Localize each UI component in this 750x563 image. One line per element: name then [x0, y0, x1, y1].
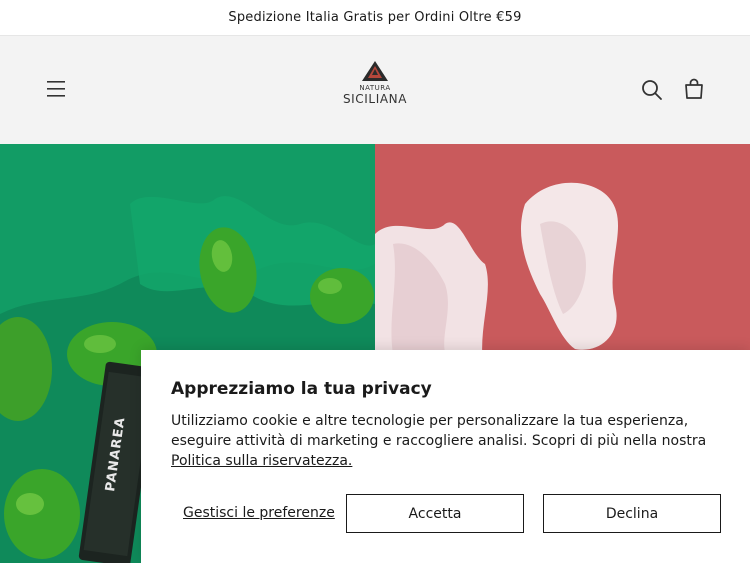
search-icon [642, 80, 662, 100]
cart-icon [685, 78, 703, 99]
hamburger-menu-icon [47, 81, 65, 97]
accept-button[interactable]: Accetta [346, 494, 524, 533]
cookie-consent-banner: Apprezziamo la tua privacy Utilizziamo c… [141, 350, 750, 563]
privacy-policy-link[interactable]: Politica sulla riservatezza. [171, 453, 352, 469]
site-header: NATURA SICILIANA [0, 36, 750, 144]
menu-button[interactable] [40, 76, 72, 102]
manage-preferences-link[interactable]: Gestisci le preferenze [183, 505, 335, 521]
announcement-text: Spedizione Italia Gratis per Ordini Oltr… [228, 10, 522, 25]
announcement-bar: Spedizione Italia Gratis per Ordini Oltr… [0, 0, 750, 36]
cookie-description: Utilizziamo cookie e altre tecnologie pe… [171, 411, 731, 471]
logo-mark-icon [362, 61, 388, 81]
search-button[interactable] [640, 78, 664, 102]
cookie-title: Apprezziamo la tua privacy [171, 379, 432, 399]
cookie-body-text: Utilizziamo cookie e altre tecnologie pe… [171, 413, 707, 449]
logo-text-bottom: SICILIANA [342, 92, 408, 106]
logo-text-top: NATURA [359, 84, 391, 92]
cart-button[interactable] [682, 77, 706, 101]
brand-logo[interactable]: NATURA SICILIANA [325, 60, 425, 124]
decline-button[interactable]: Declina [543, 494, 721, 533]
